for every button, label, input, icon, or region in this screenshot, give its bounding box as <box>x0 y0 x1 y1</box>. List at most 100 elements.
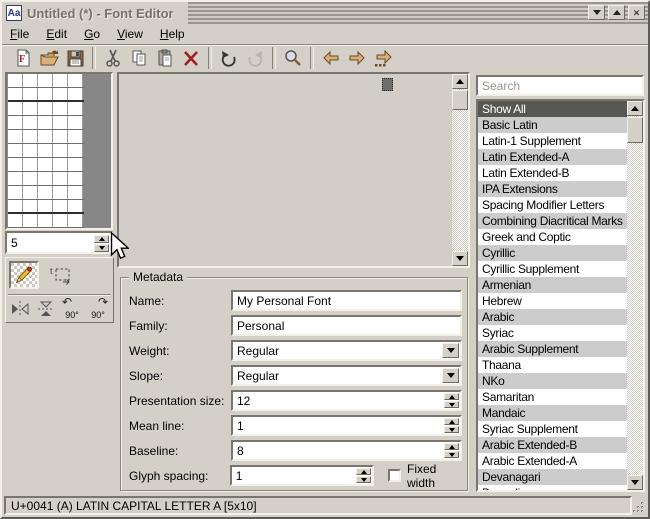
name-field[interactable]: My Personal Font <box>231 290 462 311</box>
slope-combobox[interactable]: Regular <box>231 365 462 386</box>
pixel-cell[interactable] <box>23 144 38 157</box>
pixel-cell[interactable] <box>23 186 38 199</box>
jump-to-button[interactable] <box>370 46 396 70</box>
mean-line-spinner[interactable]: 1 <box>231 415 462 436</box>
unicode-block-item[interactable]: Combining Diacritical Marks <box>478 213 627 229</box>
pixel-cell[interactable] <box>23 88 38 100</box>
pixel-cell[interactable] <box>53 200 68 212</box>
baseline-spinner[interactable]: 8 <box>231 440 462 461</box>
new-file-button[interactable]: F <box>10 46 36 70</box>
pixel-cell[interactable] <box>8 116 23 129</box>
pixel-cell[interactable] <box>23 102 38 115</box>
pixel-cell[interactable] <box>53 144 68 157</box>
pixel-cell[interactable] <box>8 158 23 171</box>
width-spin-down-button[interactable] <box>94 244 109 252</box>
pixel-cell[interactable] <box>8 186 23 199</box>
list-scroll-up-button[interactable] <box>627 101 643 116</box>
weight-dropdown-button[interactable] <box>442 343 459 358</box>
canvas-scrollbar-thumb[interactable] <box>452 90 468 110</box>
flip-horizontal-button[interactable] <box>7 297 33 321</box>
unicode-block-item[interactable]: Hebrew <box>478 293 627 309</box>
pixel-cell[interactable] <box>68 200 83 212</box>
pixel-cell[interactable] <box>23 214 38 227</box>
pixel-cell[interactable] <box>8 200 23 212</box>
slope-dropdown-button[interactable] <box>442 368 459 383</box>
marquee-tool-button[interactable]: t <box>47 262 75 288</box>
pixel-cell[interactable] <box>38 102 53 115</box>
menu-file[interactable]: File <box>10 27 29 41</box>
mean-line-down-button[interactable] <box>444 426 459 433</box>
pixel-cell[interactable] <box>23 200 38 212</box>
list-scrollbar-thumb[interactable] <box>627 117 643 143</box>
pixel-cell[interactable] <box>23 130 38 143</box>
unicode-block-item[interactable]: Cyrillic <box>478 245 627 261</box>
glyph-overview-canvas[interactable] <box>117 72 470 268</box>
glyph-spacing-up-button[interactable] <box>356 468 371 475</box>
pixel-cell[interactable] <box>53 158 68 171</box>
glyph-width-spinner[interactable]: 5 <box>5 231 113 254</box>
pixel-cell[interactable] <box>8 130 23 143</box>
pixel-cell[interactable] <box>38 200 53 212</box>
unicode-block-item[interactable]: Mandaic <box>478 405 627 421</box>
glyph-spacing-spinner[interactable]: 1 <box>230 465 374 486</box>
redo-button[interactable] <box>242 46 268 70</box>
unicode-block-item[interactable]: Thaana <box>478 357 627 373</box>
mean-line-up-button[interactable] <box>444 418 459 425</box>
copy-button[interactable] <box>126 46 152 70</box>
glyph-pixel-grid-panel[interactable] <box>5 72 113 230</box>
rotate-right-button[interactable]: ↷ 90° <box>85 297 111 321</box>
pixel-cell[interactable] <box>68 74 83 87</box>
unicode-block-item[interactable]: Cyrillic Supplement <box>478 261 627 277</box>
open-button[interactable] <box>36 46 62 70</box>
title-bar[interactable]: Aa Untitled (*) - Font Editor ✕ <box>2 2 648 24</box>
baseline-down-button[interactable] <box>444 451 459 458</box>
back-button[interactable] <box>318 46 344 70</box>
search-button[interactable] <box>280 46 306 70</box>
pixel-cell[interactable] <box>8 144 23 157</box>
pixel-cell[interactable] <box>38 116 53 129</box>
unicode-block-item[interactable]: Arabic <box>478 309 627 325</box>
pixel-cell[interactable] <box>23 74 38 87</box>
unicode-block-list[interactable]: Show AllBasic LatinLatin-1 SupplementLat… <box>476 99 645 492</box>
presentation-size-down-button[interactable] <box>444 401 459 408</box>
resize-grip[interactable] <box>631 500 645 514</box>
pixel-cell[interactable] <box>38 186 53 199</box>
unicode-block-item[interactable]: NKo <box>478 373 627 389</box>
pixel-cell[interactable] <box>68 88 83 100</box>
weight-combobox[interactable]: Regular <box>231 340 462 361</box>
pixel-cell[interactable] <box>53 172 68 185</box>
pixel-cell[interactable] <box>8 172 23 185</box>
cut-button[interactable] <box>100 46 126 70</box>
pixel-cell[interactable] <box>68 158 83 171</box>
pixel-cell[interactable] <box>68 214 83 227</box>
pixel-cell[interactable] <box>38 88 53 100</box>
pixel-cell[interactable] <box>38 158 53 171</box>
canvas-scroll-down-button[interactable] <box>452 251 468 266</box>
unicode-block-item[interactable]: Greek and Coptic <box>478 229 627 245</box>
pixel-cell[interactable] <box>68 130 83 143</box>
pixel-cell[interactable] <box>23 158 38 171</box>
pixel-cell[interactable] <box>53 74 68 87</box>
glyph-pixel-grid[interactable] <box>7 74 84 228</box>
menu-edit[interactable]: Edit <box>46 27 67 41</box>
pixel-cell[interactable] <box>38 144 53 157</box>
presentation-size-up-button[interactable] <box>444 393 459 400</box>
pixel-cell[interactable] <box>23 116 38 129</box>
pencil-tool-button[interactable] <box>9 261 39 289</box>
canvas-scrollbar[interactable] <box>452 74 468 266</box>
pixel-cell[interactable] <box>68 102 83 115</box>
pixel-cell[interactable] <box>53 88 68 100</box>
pixel-cell[interactable] <box>38 172 53 185</box>
unicode-block-item[interactable]: Arabic Supplement <box>478 341 627 357</box>
pixel-cell[interactable] <box>8 214 23 227</box>
unicode-block-item[interactable]: Syriac <box>478 325 627 341</box>
pixel-cell[interactable] <box>53 186 68 199</box>
fixed-width-checkbox[interactable] <box>388 469 401 482</box>
pixel-cell[interactable] <box>8 102 23 115</box>
maximize-button[interactable] <box>608 5 625 20</box>
menu-help[interactable]: Help <box>160 27 185 41</box>
unicode-block-item[interactable]: IPA Extensions <box>478 181 627 197</box>
pixel-cell[interactable] <box>68 186 83 199</box>
unicode-block-item[interactable]: Samaritan <box>478 389 627 405</box>
paste-button[interactable] <box>152 46 178 70</box>
